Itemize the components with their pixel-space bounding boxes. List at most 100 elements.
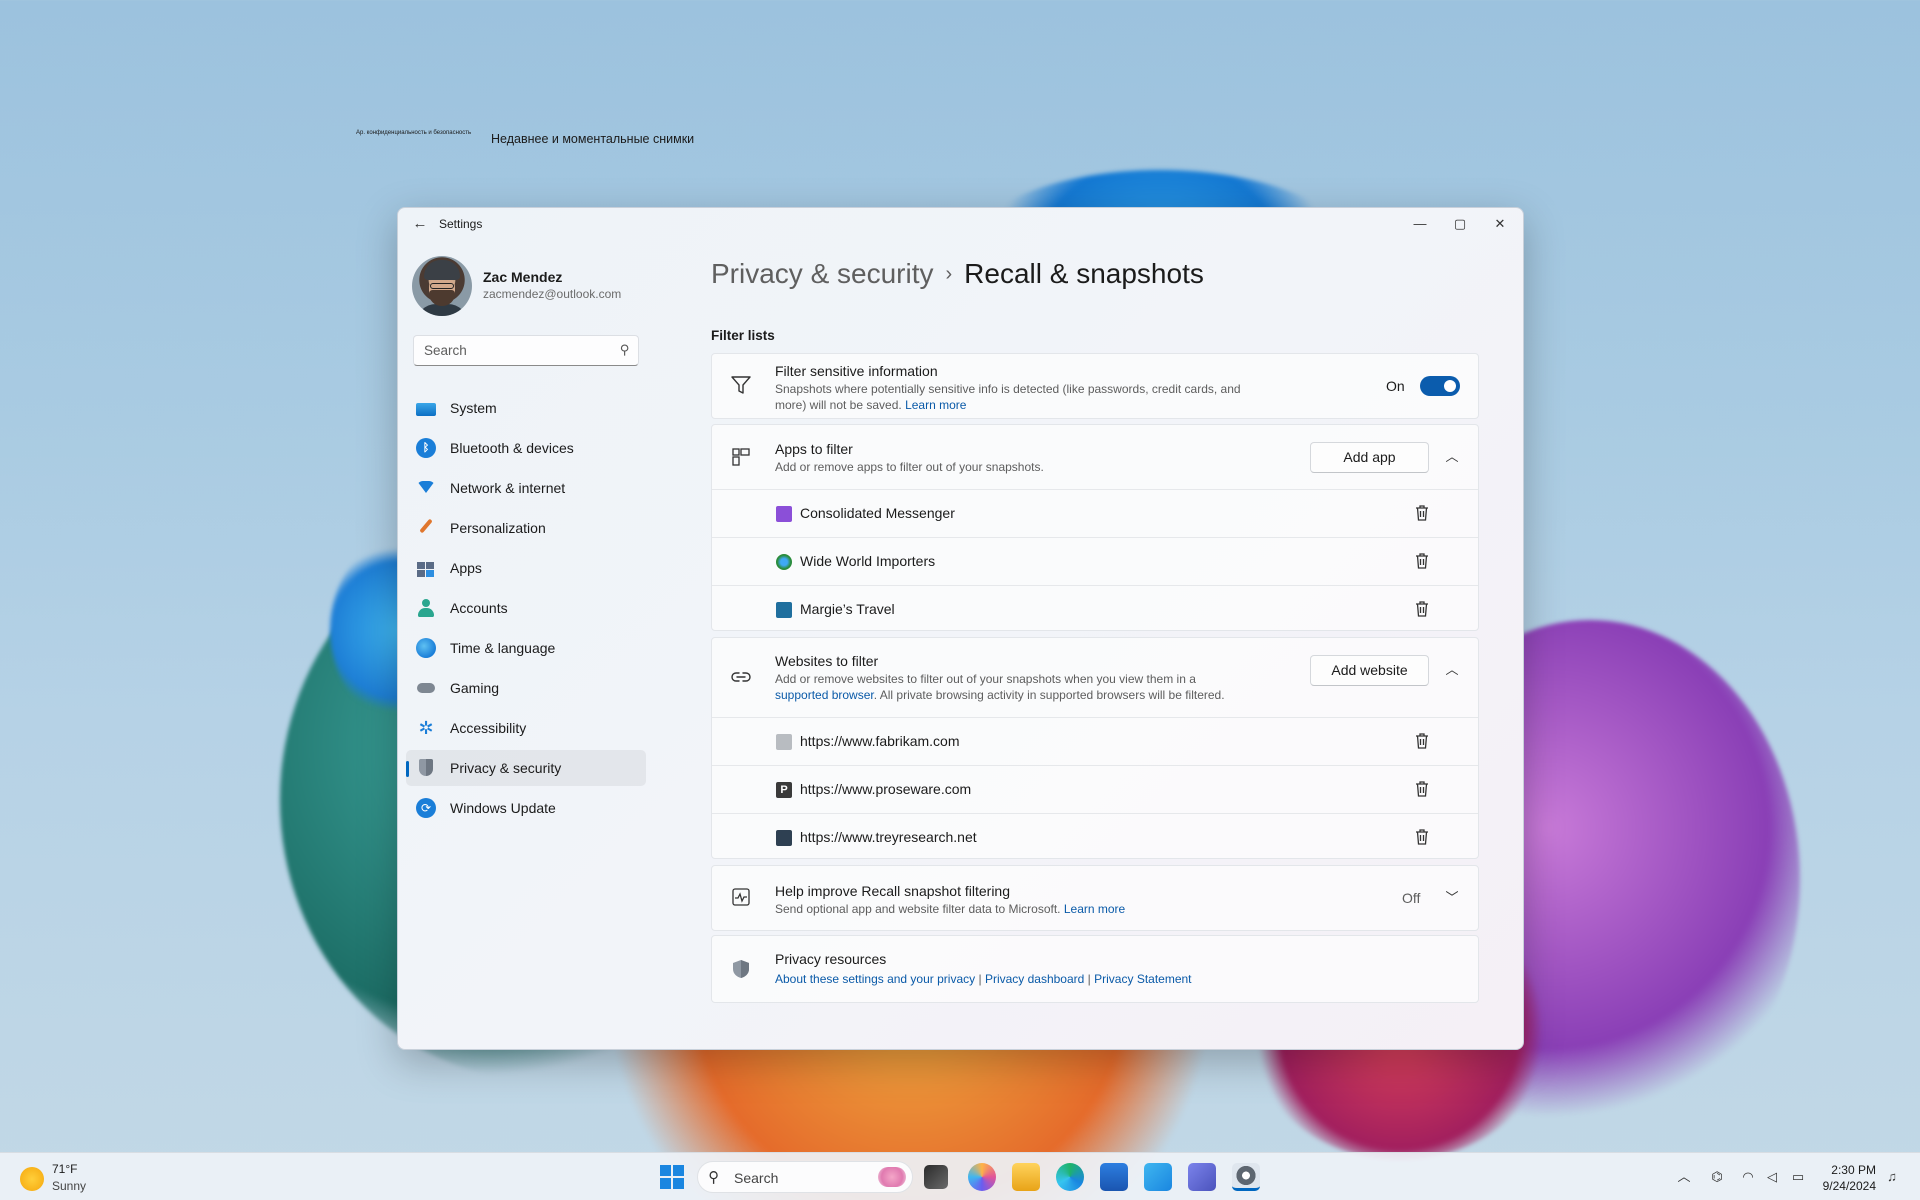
delete-icon[interactable] [1412, 779, 1432, 799]
desktop-caption-small: Ар. конфиденциальность и безопасность [356, 130, 472, 136]
sparkle-app-icon[interactable] [1144, 1163, 1172, 1191]
battery-icon[interactable]: ▭ [1790, 1169, 1806, 1185]
chevron-up-icon[interactable]: ︿ [1442, 660, 1462, 680]
search-icon: ⚲ [708, 1169, 719, 1186]
breadcrumb-separator: › [945, 263, 953, 285]
privacy-resources-links: About these settings and your privacy | … [775, 971, 1192, 987]
settings-gear-icon[interactable] [1232, 1163, 1260, 1191]
delete-icon[interactable] [1412, 599, 1432, 619]
sidebar-item-gaming[interactable]: Gaming [406, 670, 646, 706]
apps-to-filter-desc: Add or remove apps to filter out of your… [775, 460, 1044, 474]
sidebar-item-bluetooth[interactable]: ᛒ Bluetooth & devices [406, 430, 646, 466]
start-button[interactable] [660, 1165, 684, 1189]
sidebar-item-label: Apps [450, 560, 482, 576]
sidebar-item-label: Time & language [450, 640, 556, 656]
sidebar-item-network[interactable]: Network & internet [406, 470, 646, 506]
copilot-icon[interactable] [968, 1163, 996, 1191]
help-improve-card[interactable]: Help improve Recall snapshot filtering S… [711, 865, 1479, 931]
wifi-tray-icon[interactable]: ◠ [1740, 1169, 1756, 1185]
avatar [412, 256, 472, 316]
chevron-down-icon[interactable]: ﹀ [1442, 888, 1462, 908]
breadcrumb-parent[interactable]: Privacy & security [711, 258, 934, 289]
sidebar-item-label: Accounts [450, 600, 508, 616]
activity-icon [730, 886, 752, 908]
store-icon[interactable] [1100, 1163, 1128, 1191]
delete-icon[interactable] [1412, 731, 1432, 751]
apps-to-filter-title: Apps to filter [775, 441, 853, 457]
filter-sensitive-title: Filter sensitive information [775, 363, 938, 379]
list-item: P https://www.proseware.com [712, 765, 1478, 813]
toggle-state-label: On [1386, 378, 1405, 394]
taskbar-search[interactable]: ⚲ Search [697, 1161, 913, 1193]
filter-sensitive-toggle[interactable] [1420, 376, 1460, 396]
privacy-statement-link[interactable]: Privacy Statement [1094, 972, 1191, 986]
sidebar-item-label: Windows Update [450, 800, 556, 816]
list-item: https://www.treyresearch.net [712, 813, 1478, 861]
delete-icon[interactable] [1412, 503, 1432, 523]
add-app-button[interactable]: Add app [1310, 442, 1429, 473]
sidebar-item-label: Privacy & security [450, 760, 562, 776]
app-name: Consolidated Messenger [800, 505, 955, 521]
website-url: https://www.fabrikam.com [800, 733, 960, 749]
edge-browser-icon[interactable] [1056, 1163, 1084, 1191]
website-url: https://www.proseware.com [800, 781, 972, 797]
task-view-icon[interactable] [924, 1165, 948, 1189]
sidebar-item-windows-update[interactable]: ⟳ Windows Update [406, 790, 646, 826]
weather-temperature[interactable]: 71°F [52, 1162, 77, 1176]
gamepad-icon [416, 678, 436, 698]
chevron-up-icon[interactable]: ︿ [1442, 447, 1462, 467]
delete-icon[interactable] [1412, 551, 1432, 571]
filter-sensitive-desc: Snapshots where potentially sensitive in… [775, 381, 1255, 413]
teams-icon[interactable] [1188, 1163, 1216, 1191]
minimize-button[interactable]: — [1400, 208, 1440, 240]
websites-to-filter-desc: Add or remove websites to filter out of … [775, 671, 1245, 703]
sidebar-item-personalization[interactable]: Personalization [406, 510, 646, 546]
learn-more-link[interactable]: Learn more [905, 398, 966, 412]
settings-search-input[interactable] [414, 336, 604, 365]
chevron-up-icon[interactable]: ︿ [1676, 1169, 1692, 1185]
maximize-button[interactable]: ▢ [1440, 208, 1480, 240]
add-website-button[interactable]: Add website [1310, 655, 1429, 686]
section-title: Filter lists [711, 328, 775, 343]
privacy-dashboard-link[interactable]: Privacy dashboard [985, 972, 1084, 986]
clock-time[interactable]: 2:30 PM [1810, 1163, 1876, 1177]
list-item: Consolidated Messenger [712, 489, 1478, 537]
desktop-caption: Недавнее и моментальные снимки [491, 132, 695, 146]
back-button[interactable]: ← [408, 214, 432, 234]
search-highlight-icon [878, 1167, 906, 1187]
privacy-resources-card: Privacy resources About these settings a… [711, 935, 1479, 1003]
taskbar-search-placeholder: Search [734, 1170, 779, 1186]
sidebar-item-system[interactable]: System [406, 390, 646, 426]
notification-bell-icon[interactable]: ♫ [1884, 1169, 1900, 1185]
supported-browser-link[interactable]: supported browser [775, 688, 874, 702]
list-item: Wide World Importers [712, 537, 1478, 585]
learn-more-link[interactable]: Learn more [1064, 902, 1125, 916]
sun-icon[interactable] [20, 1167, 44, 1191]
sidebar-item-time-language[interactable]: Time & language [406, 630, 646, 666]
filter-sensitive-card: Filter sensitive information Snapshots w… [711, 353, 1479, 419]
breadcrumb: Privacy & security › Recall & snapshots [711, 258, 1204, 290]
network-tray-icon[interactable]: ⌬ [1709, 1169, 1725, 1185]
sidebar-item-accessibility[interactable]: ✲ Accessibility [406, 710, 646, 746]
globe-app-icon [776, 554, 792, 570]
website-url: https://www.treyresearch.net [800, 829, 977, 845]
sidebar-item-privacy-security[interactable]: Privacy & security [406, 750, 646, 786]
sidebar-item-apps[interactable]: Apps [406, 550, 646, 586]
close-button[interactable]: ✕ [1480, 208, 1520, 240]
clock-date[interactable]: 9/24/2024 [1810, 1179, 1876, 1193]
privacy-settings-link[interactable]: About these settings and your privacy [775, 972, 975, 986]
sidebar-item-accounts[interactable]: Accounts [406, 590, 646, 626]
weather-condition[interactable]: Sunny [52, 1179, 86, 1193]
globe-clock-icon [416, 638, 436, 658]
websites-desc-text: Add or remove websites to filter out of … [775, 672, 1196, 686]
help-improve-state: Off [1402, 890, 1421, 906]
user-profile[interactable]: Zac Mendez zacmendez@outlook.com [412, 256, 652, 316]
sidebar-item-label: Network & internet [450, 480, 566, 496]
profile-name: Zac Mendez [483, 269, 563, 285]
apps-to-filter-header: Apps to filter Add or remove apps to fil… [712, 425, 1478, 489]
file-explorer-icon[interactable] [1012, 1163, 1040, 1191]
settings-search-box[interactable]: ⚲ [413, 335, 639, 366]
volume-icon[interactable]: ◁ [1764, 1169, 1780, 1185]
search-icon[interactable]: ⚲ [620, 342, 630, 358]
delete-icon[interactable] [1412, 827, 1432, 847]
